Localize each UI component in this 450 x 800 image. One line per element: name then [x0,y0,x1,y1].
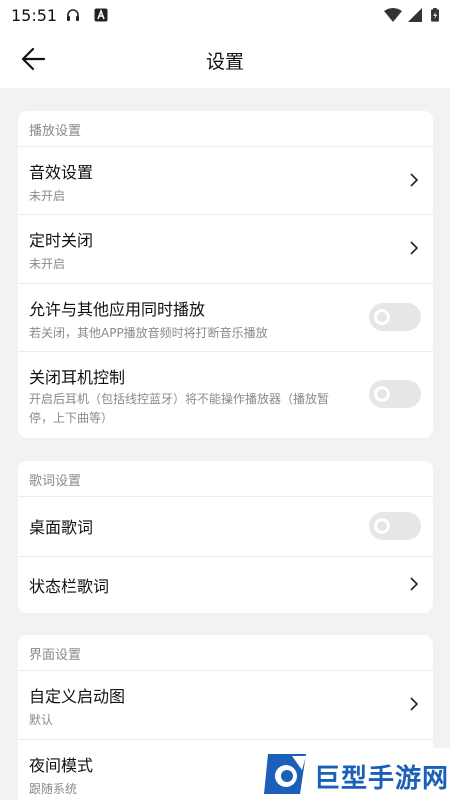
row-sublabel: 跟随系统 [29,782,78,796]
wifi-icon [384,8,402,22]
toggle-knob [374,518,390,534]
chevron-right-icon [410,697,419,711]
chevron-right-icon [410,173,419,187]
toggle-knob [374,386,390,402]
row-label: 音效设置 [29,163,94,182]
section-title-playback: 播放设置 [29,124,82,139]
row-sleep-timer[interactable]: 定时关闭 未开启 [18,214,433,283]
desktop-lyrics-toggle[interactable] [369,512,421,540]
row-sublabel: 开启后耳机（包括线控蓝牙）将不能操作播放器（播放暂停，上下曲等） [29,392,330,425]
row-headset-control: 关闭耳机控制 开启后耳机（包括线控蓝牙）将不能操作播放器（播放暂停，上下曲等） [18,351,433,438]
section-title-interface: 界面设置 [29,648,82,663]
battery-icon [431,8,439,22]
playback-settings-card: 播放设置 音效设置 未开启 定时关闭 未开启 允许与其他应用同时播放 若关闭，其… [18,111,433,438]
row-allow-mixed-playback: 允许与其他应用同时播放 若关闭，其他APP播放音频时将打断音乐播放 [18,283,433,351]
row-label: 桌面歌词 [29,518,94,537]
headset-control-toggle[interactable] [369,380,421,408]
row-label: 状态栏歌词 [29,577,110,596]
app-header: 设置 [0,32,450,88]
row-label: 夜间模式 [29,756,94,775]
lyrics-settings-card: 歌词设置 桌面歌词 状态栏歌词 [18,461,433,613]
signal-icon [408,8,422,22]
row-custom-splash[interactable]: 自定义启动图 默认 [18,670,433,739]
row-statusbar-lyrics[interactable]: 状态栏歌词 [18,556,433,613]
row-sublabel: 未开启 [29,189,66,203]
toggle-knob [374,309,390,325]
site-logo-icon [264,754,306,794]
chevron-right-icon [410,241,419,255]
row-label: 关闭耳机控制 [29,368,126,387]
status-time: 15:51 [11,6,58,25]
letter-a-icon [94,8,108,22]
row-sublabel: 未开启 [29,257,66,271]
section-title-lyrics: 歌词设置 [29,474,82,489]
row-label: 自定义启动图 [29,687,126,706]
headphones-icon [67,9,79,21]
allow-mixed-playback-toggle[interactable] [369,303,421,331]
row-sublabel: 默认 [29,713,54,727]
row-label: 允许与其他应用同时播放 [29,300,206,319]
row-label: 定时关闭 [29,231,94,250]
watermark-text: 巨型手游网 [314,764,450,794]
chevron-right-icon [410,577,419,591]
row-sublabel: 若关闭，其他APP播放音频时将打断音乐播放 [29,326,268,340]
page-title: 设置 [205,51,244,73]
row-sound-effects[interactable]: 音效设置 未开启 [18,146,433,214]
row-desktop-lyrics: 桌面歌词 [18,496,433,556]
watermark: 巨型手游网 [256,748,450,800]
status-bar: 15:51 [0,0,450,32]
